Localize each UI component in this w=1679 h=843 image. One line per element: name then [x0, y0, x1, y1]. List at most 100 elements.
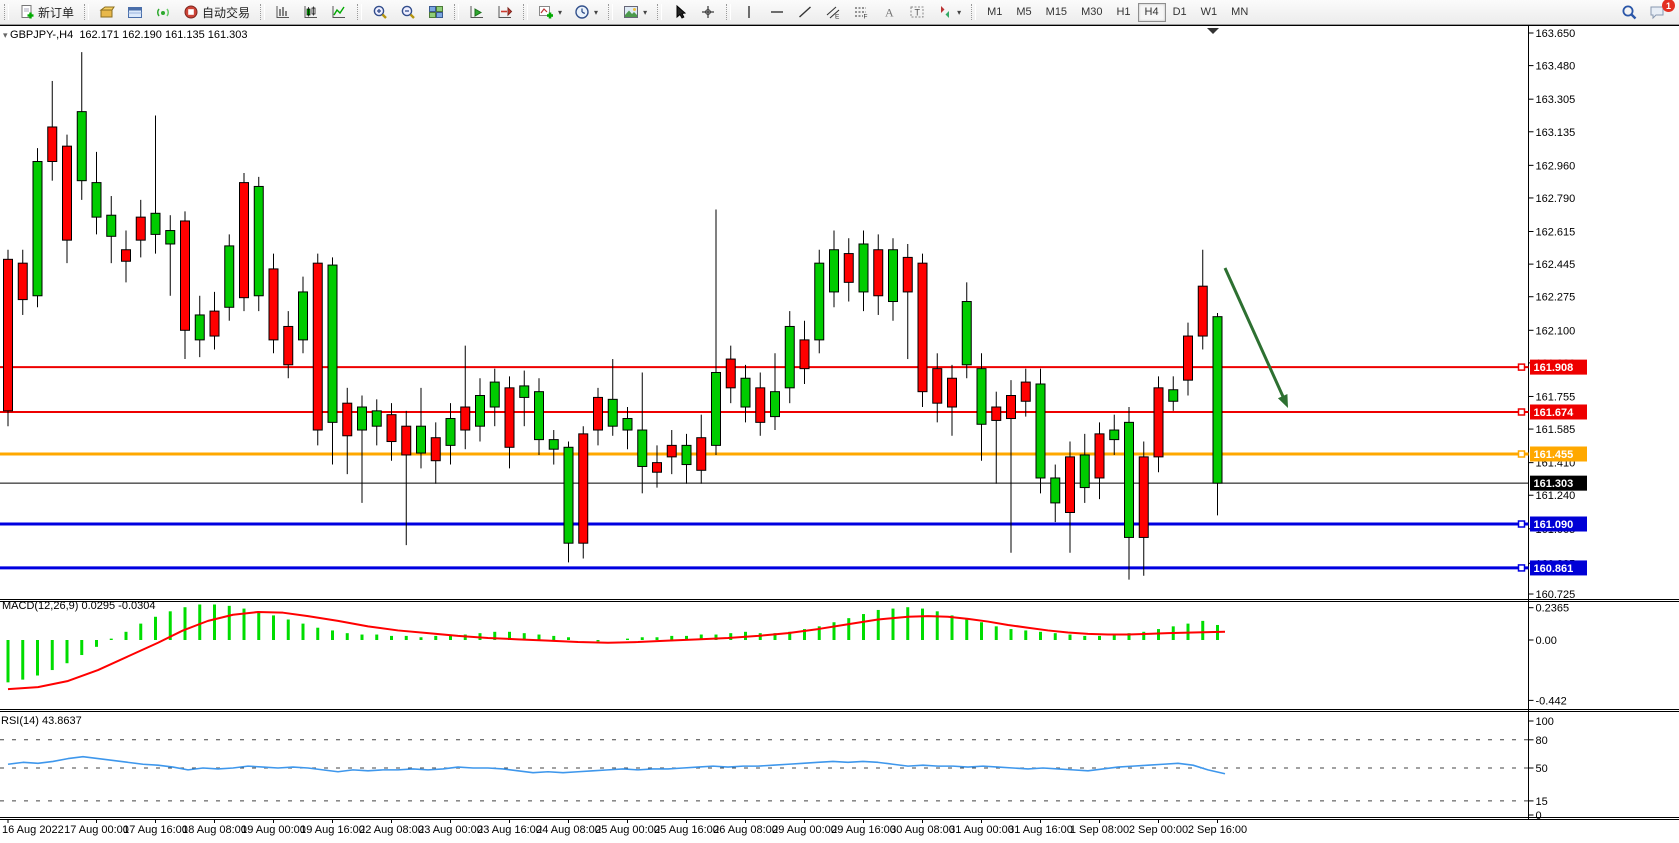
candle	[1154, 376, 1163, 472]
line-chart-icon	[331, 4, 347, 20]
text-button[interactable]: A	[876, 2, 902, 22]
price-label: 161.303	[1534, 478, 1574, 490]
toolbar-group-handle	[726, 4, 731, 20]
price-tick-label: 161.240	[1536, 490, 1576, 502]
navigator-button[interactable]	[150, 2, 176, 22]
timeframe-button-m15[interactable]: M15	[1039, 3, 1074, 22]
date-tick-label: 18 Aug 08:00	[182, 824, 247, 836]
price-label: 161.908	[1534, 362, 1574, 374]
tile-icon	[428, 4, 444, 20]
expand-triangle-icon[interactable]: ▾	[3, 30, 10, 40]
pane-borders	[0, 25, 1679, 820]
candle	[1051, 465, 1060, 523]
market-watch-button[interactable]	[94, 2, 120, 22]
rsi-tick-label: 100	[1536, 716, 1554, 728]
chart-area[interactable]: 163.650163.480163.305163.135162.960162.7…	[0, 25, 1679, 843]
equidistant-channel-button[interactable]: E	[820, 2, 846, 22]
candle	[328, 257, 337, 464]
timeframe-button-h1[interactable]: H1	[1109, 3, 1137, 22]
chart-shift-button[interactable]	[492, 2, 518, 22]
macd-tick-label: 0.00	[1536, 635, 1557, 647]
rsi-level-lines	[0, 740, 1529, 801]
candle	[903, 244, 912, 359]
trendline-button[interactable]	[792, 2, 818, 22]
zoom-out-button[interactable]	[395, 2, 421, 22]
date-tick-label: 24 Aug 08:00	[536, 824, 601, 836]
autotrading-button-label: 自动交易	[202, 4, 250, 21]
date-tick-label: 26 Aug 08:00	[713, 824, 778, 836]
timeframe-button-d1[interactable]: D1	[1166, 3, 1194, 22]
candle	[638, 372, 647, 493]
candle	[1213, 313, 1222, 515]
data-window-button[interactable]	[122, 2, 148, 22]
candle	[299, 277, 308, 354]
toolbar-group-handle	[523, 4, 528, 20]
toolbar-group-handle	[4, 4, 9, 20]
vertical-line-button[interactable]	[736, 2, 762, 22]
cursor-icon	[672, 4, 688, 20]
trend-arrow[interactable]	[1225, 268, 1288, 408]
cursor-button[interactable]	[667, 2, 693, 22]
doc-plus-icon	[19, 4, 35, 20]
candle	[313, 254, 322, 446]
candle	[785, 311, 794, 403]
arrows-button[interactable]: ▾	[932, 2, 966, 22]
candles	[4, 52, 1223, 579]
price-axis: 163.650163.480163.305163.135162.960162.7…	[1529, 28, 1576, 822]
indicators-button[interactable]: ▾	[533, 2, 567, 22]
candlestick-chart-button[interactable]	[298, 2, 324, 22]
rsi-tick-label: 50	[1536, 763, 1548, 775]
timeframe-button-m5[interactable]: M5	[1009, 3, 1038, 22]
candle	[4, 250, 13, 426]
horizontal-line-button[interactable]	[764, 2, 790, 22]
autotrading-icon	[183, 4, 199, 20]
toolbar-group-handle	[260, 4, 265, 20]
autotrading-button[interactable]: 自动交易	[178, 2, 255, 22]
date-tick-label: 23 Aug 16:00	[477, 824, 542, 836]
fibonacci-button[interactable]: F	[848, 2, 874, 22]
timeframe-button-mn[interactable]: MN	[1224, 3, 1255, 22]
auto-scroll-button[interactable]	[464, 2, 490, 22]
date-tick-label: 31 Aug 16:00	[1008, 824, 1073, 836]
timeframe-button-w1[interactable]: W1	[1194, 3, 1225, 22]
timeframe-button-m1[interactable]: M1	[980, 3, 1009, 22]
candle	[461, 346, 470, 450]
bar-chart-button[interactable]	[270, 2, 296, 22]
date-axis: 16 Aug 202217 Aug 00:0017 Aug 16:0018 Au…	[2, 819, 1247, 836]
vline-icon	[741, 4, 757, 20]
candle	[726, 346, 735, 404]
new-order-button[interactable]: 新订单	[14, 2, 79, 22]
textA-icon: A	[881, 4, 897, 20]
date-tick-label: 17 Aug 00:00	[64, 824, 129, 836]
svg-text:T: T	[915, 8, 921, 18]
price-label: 160.861	[1534, 563, 1574, 575]
line-chart-button[interactable]	[326, 2, 352, 22]
candle	[166, 215, 175, 296]
candle	[874, 234, 883, 315]
price-label: 161.090	[1534, 519, 1574, 531]
price-tick-label: 162.100	[1536, 325, 1576, 337]
candle	[948, 365, 957, 436]
candle	[195, 296, 204, 357]
price-tick-label: 163.650	[1536, 28, 1576, 40]
candle	[594, 388, 603, 446]
search-button[interactable]	[1616, 2, 1642, 22]
timeframe-button-h4[interactable]: H4	[1138, 3, 1166, 22]
price-tick-label: 162.275	[1536, 292, 1576, 304]
notifications-button[interactable]: 1	[1644, 2, 1670, 22]
candle	[77, 52, 86, 200]
rsi-tick-label: 0	[1536, 810, 1542, 822]
tile-windows-button[interactable]	[423, 2, 449, 22]
zoom-in-button[interactable]	[367, 2, 393, 22]
text-label-button[interactable]: T	[904, 2, 930, 22]
periods-button[interactable]: ▾	[569, 2, 603, 22]
rsi-pane	[8, 757, 1225, 774]
chart-shift-marker[interactable]	[1207, 28, 1219, 34]
templates-button[interactable]: ▾	[618, 2, 652, 22]
crosshair-button[interactable]	[695, 2, 721, 22]
timeframe-button-m30[interactable]: M30	[1074, 3, 1109, 22]
price-tick-label: 162.790	[1536, 193, 1576, 205]
candle	[1139, 442, 1148, 576]
candle	[962, 282, 971, 378]
date-tick-label: 30 Aug 08:00	[890, 824, 955, 836]
